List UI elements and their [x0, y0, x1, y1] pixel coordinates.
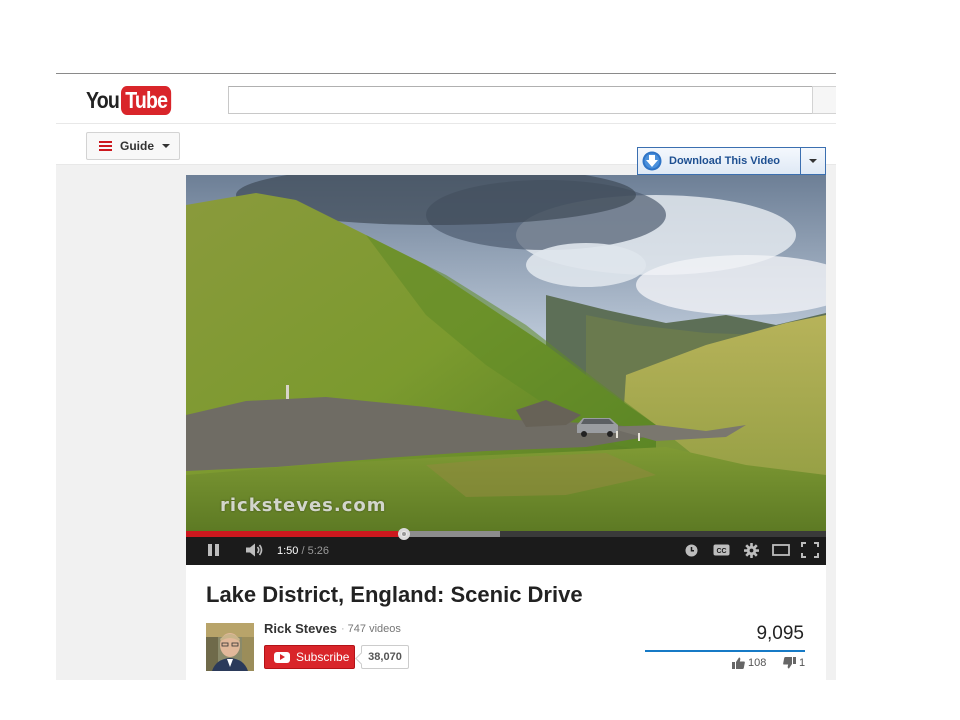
progress-played [186, 531, 404, 537]
svg-text:CC: CC [716, 548, 726, 555]
video-count-text: 747 videos [347, 623, 401, 635]
like-sentiment-bar [645, 650, 805, 652]
guide-menu-icon [99, 141, 112, 151]
captions-button[interactable]: CC [712, 541, 730, 559]
youtube-page: You Tube Guide Download This Video ricks… [0, 0, 960, 720]
subscriber-count: 38,070 [361, 645, 409, 669]
left-gutter [56, 165, 186, 680]
avatar-image [206, 623, 254, 671]
fullscreen-icon [801, 542, 819, 558]
like-button[interactable]: 108 [732, 657, 766, 669]
fullscreen-button[interactable] [800, 541, 820, 559]
logo-you-text: You [86, 86, 120, 113]
time-separator: / [301, 545, 305, 557]
dislike-count: 1 [799, 657, 806, 669]
theater-mode-icon [772, 544, 790, 556]
time-total: 5:26 [307, 545, 330, 557]
video-frame[interactable]: ricksteves.com [186, 175, 826, 531]
download-video-button[interactable]: Download This Video [638, 148, 801, 174]
channel-name-link[interactable]: Rick Steves [264, 621, 337, 636]
progress-bar[interactable] [186, 528, 826, 540]
pause-icon [206, 544, 220, 556]
video-scene-image [186, 175, 826, 531]
settings-button[interactable] [743, 541, 759, 559]
thumbs-up-icon [732, 657, 745, 669]
download-arrow-icon [642, 151, 662, 171]
channel-avatar[interactable] [206, 623, 254, 671]
chevron-down-icon [162, 144, 171, 148]
video-watermark: ricksteves.com [220, 495, 387, 516]
progress-scrubber-handle[interactable] [397, 528, 410, 540]
settings-gear-icon [743, 542, 759, 558]
chevron-down-icon [809, 159, 817, 163]
watch-later-button[interactable] [684, 541, 698, 559]
watch-later-icon [685, 544, 697, 556]
download-options-dropdown[interactable] [801, 148, 825, 174]
player-controls: 1:50 / 5:26 CC [186, 528, 826, 565]
guide-button[interactable]: Guide [86, 132, 180, 160]
pause-button[interactable] [206, 541, 220, 559]
subscribe-play-icon [274, 651, 290, 663]
time-current: 1:50 [277, 545, 299, 557]
right-gutter [826, 165, 836, 680]
video-info-panel: Lake District, England: Scenic Drive Ric… [186, 565, 826, 680]
youtube-logo[interactable]: You Tube [86, 85, 180, 115]
time-display: 1:50 / 5:26 [277, 545, 329, 557]
video-title: Lake District, England: Scenic Drive [206, 582, 583, 607]
search-button[interactable] [812, 86, 836, 114]
volume-icon [246, 543, 263, 557]
masthead: You Tube [56, 74, 836, 124]
dislike-button[interactable]: 1 [783, 657, 805, 669]
download-widget: Download This Video [637, 147, 826, 175]
volume-button[interactable] [244, 541, 266, 559]
logo-tube-text: Tube [120, 85, 172, 115]
subscribe-button[interactable]: Subscribe [264, 645, 355, 669]
view-count: 9,095 [756, 623, 804, 644]
captions-icon: CC [713, 544, 729, 556]
channel-video-count: · 747 videos [341, 623, 401, 635]
search-input[interactable] [228, 86, 813, 114]
subscribe-label: Subscribe [296, 650, 350, 664]
thumbs-down-icon [783, 657, 796, 669]
guide-label: Guide [120, 139, 155, 153]
like-count: 108 [748, 657, 767, 669]
download-label: Download This Video [669, 155, 781, 167]
theater-mode-button[interactable] [772, 541, 790, 559]
